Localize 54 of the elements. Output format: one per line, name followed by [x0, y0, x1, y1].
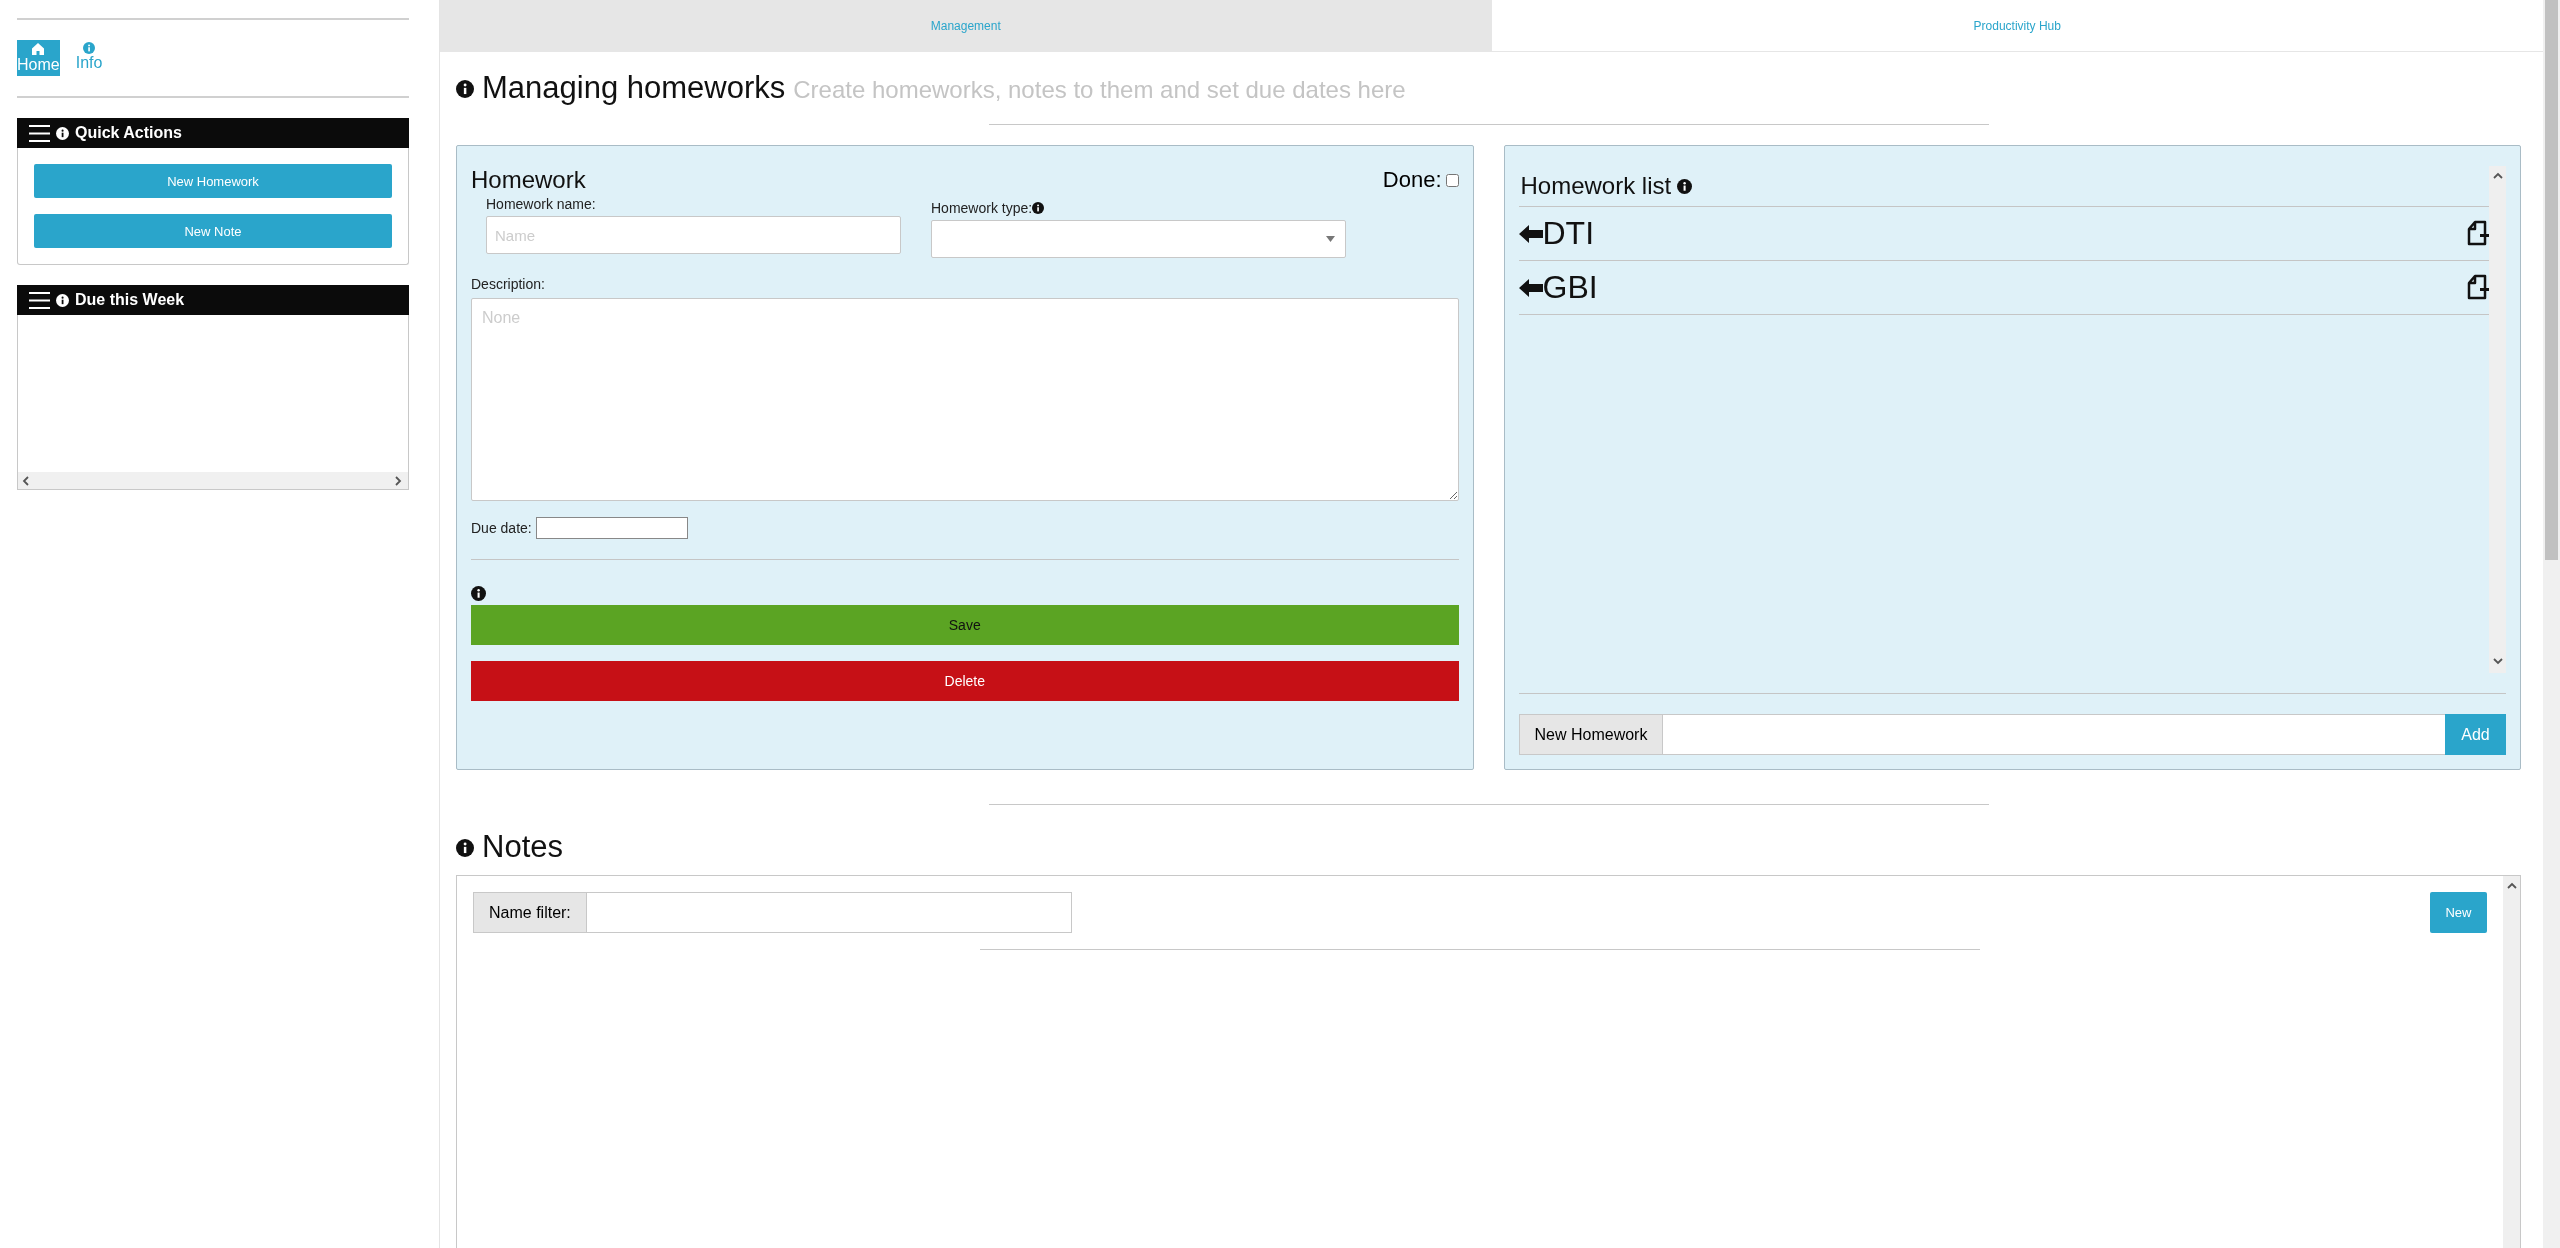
field-label: Homework type:: [931, 200, 1033, 216]
vertical-scrollbar[interactable]: [2489, 166, 2506, 673]
homework-item[interactable]: DTI: [1518, 207, 2489, 261]
homework-item[interactable]: GBI: [1518, 261, 2489, 315]
add-button[interactable]: Add: [2445, 714, 2506, 755]
left-arrow-icon: [1518, 223, 1543, 244]
vertical-scrollbar[interactable]: [2503, 876, 2520, 1248]
info-icon: [56, 293, 69, 307]
info-icon: [471, 586, 486, 601]
card-title: Due this Week: [75, 291, 185, 309]
left-arrow-icon: [1518, 277, 1543, 298]
due-date-field[interactable]: [535, 517, 688, 539]
nav-item[interactable]: Info: [75, 40, 103, 76]
save-button[interactable]: Save: [471, 605, 1459, 645]
field-label: Homework name:: [486, 196, 597, 212]
page-subtitle: Create homeworks, notes to them and set due dates here: [793, 76, 1406, 104]
tab[interactable]: Management: [440, 0, 1492, 52]
document-icon[interactable]: [2467, 273, 2489, 302]
info-icon: [56, 126, 69, 140]
done-checkbox[interactable]: [1445, 173, 1459, 187]
page-title: Managing homeworks: [482, 70, 786, 106]
item-title: GBI: [1542, 269, 1598, 306]
home-icon: [31, 42, 46, 56]
info-icon: [83, 42, 96, 54]
section-title: Notes: [482, 829, 563, 865]
name-filter-field[interactable]: [586, 892, 1072, 933]
field-label: Description:: [471, 276, 546, 292]
info-icon: [1677, 178, 1693, 194]
field-label: Due date:: [471, 520, 532, 536]
panel-title: Homework list: [1520, 172, 1672, 200]
action-button[interactable]: New Homework: [34, 164, 392, 198]
document-icon[interactable]: [2467, 219, 2489, 248]
delete-button[interactable]: Delete: [471, 661, 1459, 701]
page-scrollbar[interactable]: [2543, 0, 2560, 1248]
item-title: DTI: [1542, 215, 1595, 252]
caret-icon: [1326, 236, 1335, 242]
action-button[interactable]: New Note: [34, 214, 392, 248]
scroll-down-icon[interactable]: [2492, 657, 2503, 667]
new-homework-field[interactable]: [1663, 714, 2445, 755]
scroll-right-icon[interactable]: [394, 475, 404, 486]
panel-title: Homework: [471, 166, 586, 194]
horizontal-scrollbar[interactable]: [18, 472, 408, 489]
input-label: New Homework: [1518, 714, 1664, 755]
info-icon: [456, 80, 474, 98]
info-icon: [1032, 202, 1045, 214]
scroll-left-icon[interactable]: [22, 475, 32, 486]
card-title: Quick Actions: [75, 124, 182, 142]
info-icon: [456, 839, 474, 857]
nav-item[interactable]: Home: [17, 40, 60, 76]
menu-icon[interactable]: [29, 291, 50, 309]
done-label: Done:: [1382, 167, 1442, 193]
menu-icon[interactable]: [29, 124, 50, 142]
new-note-button[interactable]: New: [2430, 892, 2487, 933]
input-label: Name filter:: [473, 892, 587, 933]
